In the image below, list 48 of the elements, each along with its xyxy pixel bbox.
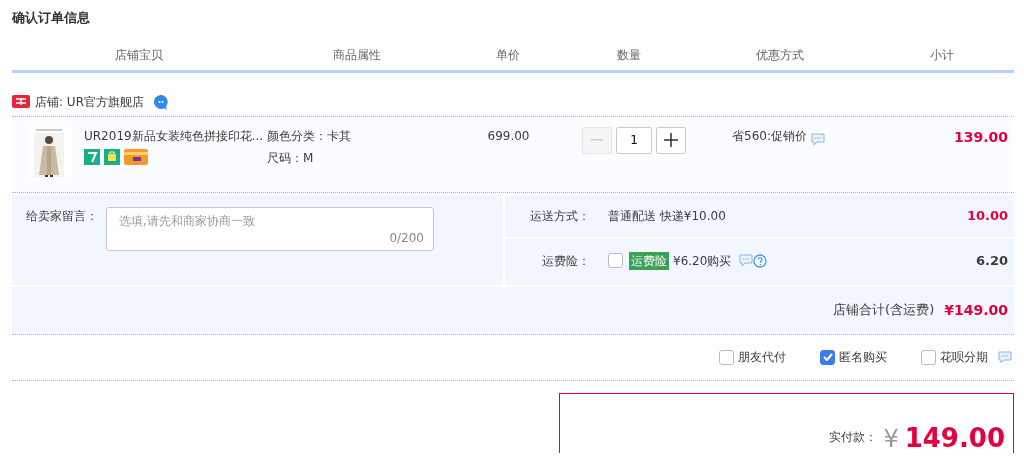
payment-label: 实付款：: [829, 428, 878, 446]
chat-bubble-icon: [153, 93, 169, 110]
column-header: 单价: [448, 45, 569, 70]
checkbox[interactable]: [719, 349, 734, 365]
shop-total-amount: ¥149.00: [944, 300, 1008, 320]
card-icon: [124, 148, 148, 165]
chat-icon: [739, 254, 754, 267]
promotion-label: 省560:促销价: [732, 127, 807, 145]
subtotal: 139.00: [953, 128, 1008, 145]
payment-amount: 149.00: [904, 424, 1005, 451]
checkbox[interactable]: [921, 349, 936, 365]
checkbox[interactable]: [608, 253, 623, 268]
product-attribute: 颜色分类：卡其: [267, 127, 352, 145]
insurance-price: ¥6.20购买: [673, 252, 732, 270]
minus-icon: [591, 139, 603, 141]
chat-icon: [998, 350, 1012, 364]
shipping-amount: 10.00: [966, 206, 1008, 225]
increase-button[interactable]: [656, 126, 686, 154]
help-icon: [753, 253, 768, 268]
message-label: 给卖家留言：: [26, 207, 98, 225]
option-label: 朋友代付: [738, 349, 786, 366]
option-label: 匿名购买: [839, 349, 887, 366]
insurance-tag: 运费险: [629, 251, 669, 270]
column-header: 优惠方式: [690, 45, 871, 70]
column-header: 小计: [871, 45, 1014, 70]
page-title: 确认订单信息: [12, 9, 91, 27]
shop-name[interactable]: 店铺: UR官方旗舰店: [35, 92, 144, 111]
currency-symbol: ¥: [883, 426, 899, 451]
column-header: 数量: [569, 45, 690, 70]
product-attribute: 尺码：M: [267, 149, 315, 167]
product-title[interactable]: UR2019新品女装纯色拼接印花...: [84, 126, 264, 145]
insurance-label: 运费险：: [541, 252, 590, 270]
option-label: 花呗分期: [940, 349, 988, 366]
bag-badge-icon: [104, 148, 120, 165]
plus-icon: [664, 133, 678, 147]
insurance-amount: 6.20: [975, 251, 1008, 270]
column-header: 商品属性: [267, 45, 448, 70]
checkbox[interactable]: [820, 349, 835, 365]
number-badge-icon: [84, 148, 100, 165]
shipping-label: 运送方式：: [529, 207, 590, 225]
column-header: 店铺宝贝: [12, 45, 267, 70]
character-counter: 0/200: [389, 229, 424, 247]
chat-icon: [810, 132, 825, 146]
shop-badge-icon: [12, 95, 30, 108]
unit-price: 699.00: [487, 128, 530, 143]
shipping-option[interactable]: 普通配送 快递¥10.00: [608, 206, 967, 225]
shop-total-label: 店铺合计(含运费): [833, 301, 935, 320]
quantity-field[interactable]: 1: [616, 126, 652, 154]
